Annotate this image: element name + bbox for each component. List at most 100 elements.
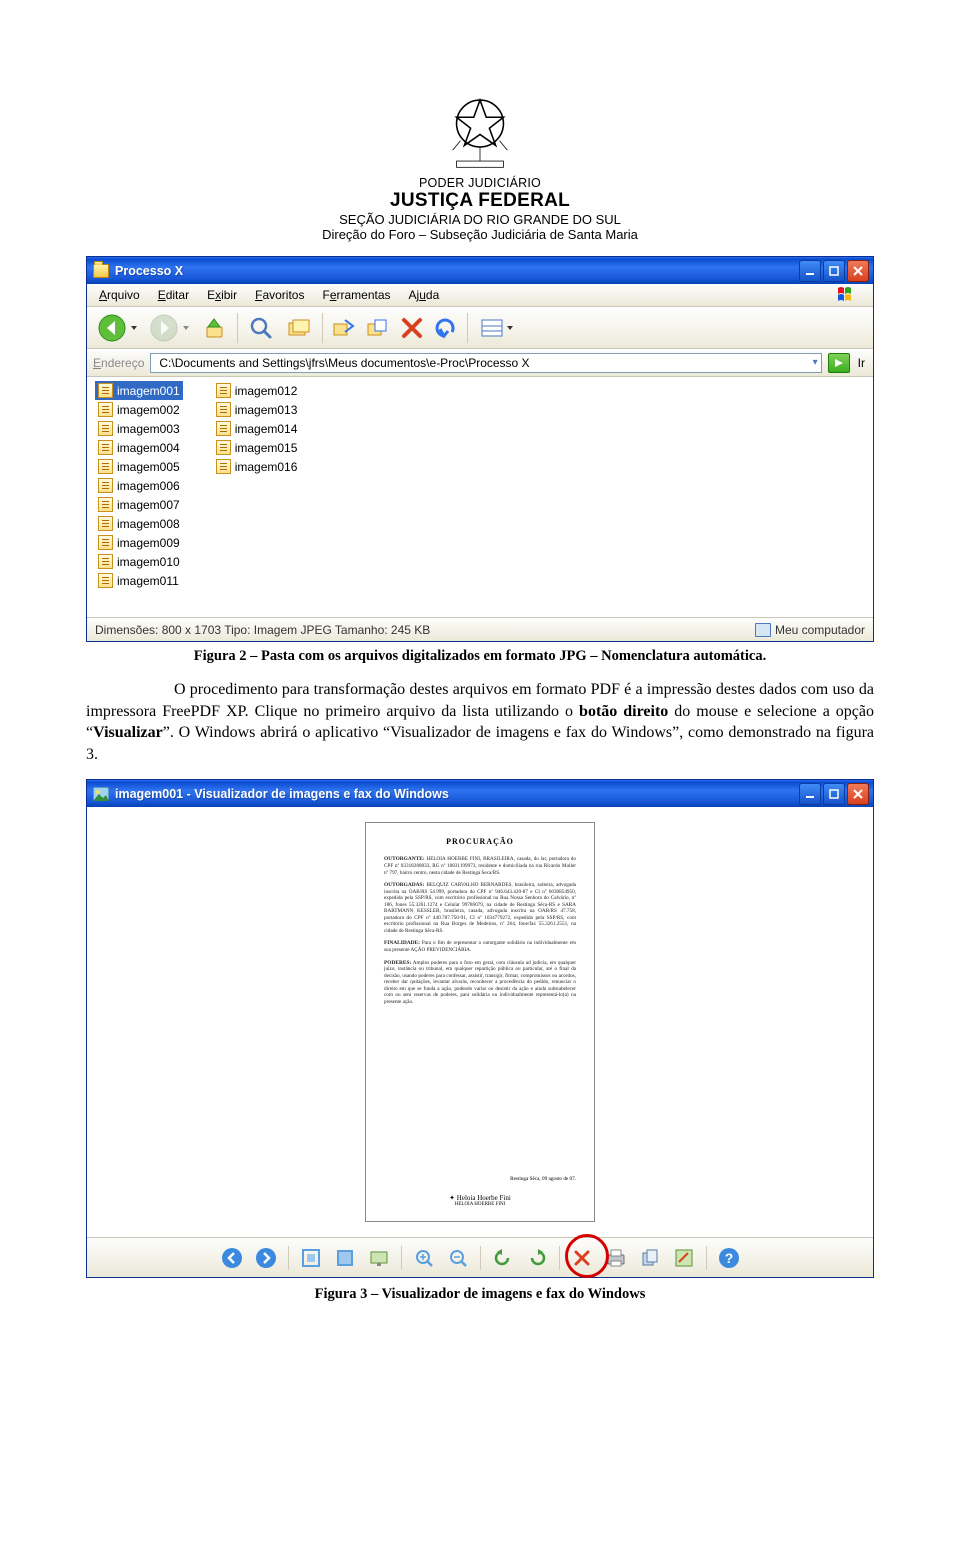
file-name-label: imagem013 xyxy=(235,403,298,417)
file-name-label: imagem014 xyxy=(235,422,298,436)
file-item[interactable]: imagem002 xyxy=(95,400,183,419)
prev-image-button[interactable] xyxy=(220,1246,244,1270)
move-to-button[interactable] xyxy=(329,311,359,345)
explorer-window: Processo X Arquivo Editar Exibir Favorit… xyxy=(86,256,874,642)
file-item[interactable]: imagem011 xyxy=(95,571,183,590)
image-file-icon xyxy=(216,421,231,436)
next-image-button[interactable] xyxy=(254,1246,278,1270)
zoom-out-button[interactable] xyxy=(446,1246,470,1270)
rotate-ccw-button[interactable] xyxy=(491,1246,515,1270)
close-button[interactable] xyxy=(847,260,869,282)
toolbar xyxy=(87,307,873,349)
doc-poderes: PODERES: Amplos poderes para o foro em g… xyxy=(384,960,576,1006)
zoom-in-button[interactable] xyxy=(412,1246,436,1270)
folder-icon xyxy=(93,264,109,278)
minimize-button[interactable] xyxy=(799,783,821,805)
slideshow-button[interactable] xyxy=(367,1246,391,1270)
file-list-pane[interactable]: imagem001imagem002 imagem003 imagem004 imag… xyxy=(87,377,873,617)
image-file-icon xyxy=(216,383,231,398)
undo-button[interactable] xyxy=(431,311,461,345)
maximize-button[interactable] xyxy=(823,260,845,282)
file-name-label: imagem007 xyxy=(117,498,180,512)
explorer-titlebar[interactable]: Processo X xyxy=(87,257,873,284)
address-input[interactable]: C:\Documents and Settings\jfrs\Meus docu… xyxy=(150,353,821,373)
go-button[interactable] xyxy=(828,353,850,373)
figure-3-caption: Figura 3 – Visualizador de imagens e fax… xyxy=(86,1286,874,1303)
header-line-3: SEÇÃO JUDICIÁRIA DO RIO GRANDE DO SUL xyxy=(86,212,874,227)
image-file-icon xyxy=(98,421,113,436)
file-name-label: imagem003 xyxy=(117,422,180,436)
views-button[interactable] xyxy=(474,311,518,345)
window-title: Processo X xyxy=(115,264,799,278)
file-name-label: imagem004 xyxy=(117,441,180,455)
file-item[interactable]: imagem009 xyxy=(95,533,183,552)
file-item[interactable]: imagem012 xyxy=(213,381,301,400)
document-preview: PROCURAÇÃO OUTORGANTE: HELOIA HOERBE FIN… xyxy=(365,822,595,1222)
viewer-toolbar: ? xyxy=(87,1237,873,1277)
file-item[interactable]: imagem015 xyxy=(213,438,301,457)
best-fit-button[interactable] xyxy=(299,1246,323,1270)
edit-button[interactable] xyxy=(672,1246,696,1270)
file-item[interactable]: imagem004 xyxy=(95,438,183,457)
header-line-4: Direção do Foro – Subseção Judiciária de… xyxy=(86,227,874,242)
address-bar: Endereço C:\Documents and Settings\jfrs\… xyxy=(87,349,873,377)
viewer-title: imagem001 - Visualizador de imagens e fa… xyxy=(115,787,799,801)
copy-button[interactable] xyxy=(638,1246,662,1270)
image-file-icon xyxy=(98,440,113,455)
doc-outorgante: OUTORGANTE: HELOIA HOERBE FINI, BRASILEI… xyxy=(384,856,576,876)
viewer-titlebar[interactable]: imagem001 - Visualizador de imagens e fa… xyxy=(87,780,873,807)
status-bar: Dimensões: 800 x 1703 Tipo: Imagem JPEG … xyxy=(87,617,873,641)
file-item[interactable]: imagem014 xyxy=(213,419,301,438)
windows-flag-icon xyxy=(837,286,865,304)
file-name-label: imagem008 xyxy=(117,517,180,531)
up-button[interactable] xyxy=(197,311,231,345)
header-line-1: PODER JUDICIÁRIO xyxy=(86,176,874,190)
file-name-label: imagem015 xyxy=(235,441,298,455)
actual-size-button[interactable] xyxy=(333,1246,357,1270)
menu-favoritos[interactable]: Favoritos xyxy=(247,285,312,305)
file-item[interactable]: imagem006 xyxy=(95,476,183,495)
minimize-button[interactable] xyxy=(799,260,821,282)
file-name-label: imagem012 xyxy=(235,384,298,398)
forward-button[interactable] xyxy=(145,311,193,345)
highlight-circle-icon xyxy=(565,1234,609,1278)
help-button[interactable]: ? xyxy=(717,1246,741,1270)
menu-arquivo[interactable]: Arquivo xyxy=(91,285,148,305)
file-item[interactable]: imagem001 xyxy=(95,381,183,400)
folders-button[interactable] xyxy=(282,311,316,345)
dropdown-icon[interactable]: ▾ xyxy=(813,357,818,368)
doc-outorgadas: OUTORGADAS: BELQUIZ CARVALHO BERNARDES, … xyxy=(384,882,576,934)
image-file-icon xyxy=(98,402,113,417)
picture-icon xyxy=(93,787,109,801)
back-button[interactable] xyxy=(93,311,141,345)
image-file-icon xyxy=(98,535,113,550)
image-file-icon xyxy=(98,497,113,512)
copy-to-button[interactable] xyxy=(363,311,393,345)
rotate-cw-button[interactable] xyxy=(525,1246,549,1270)
status-left: Dimensões: 800 x 1703 Tipo: Imagem JPEG … xyxy=(95,623,430,637)
close-button[interactable] xyxy=(847,783,869,805)
file-item[interactable]: imagem008 xyxy=(95,514,183,533)
file-item[interactable]: imagem003 xyxy=(95,419,183,438)
file-item[interactable]: imagem010 xyxy=(95,552,183,571)
file-name-label: imagem016 xyxy=(235,460,298,474)
menu-ajuda[interactable]: Ajuda xyxy=(401,285,448,305)
file-item[interactable]: imagem013 xyxy=(213,400,301,419)
image-file-icon xyxy=(98,383,113,398)
my-computer-icon xyxy=(755,623,771,637)
image-file-icon xyxy=(98,573,113,588)
menu-exibir[interactable]: Exibir xyxy=(199,285,245,305)
file-item[interactable]: imagem007 xyxy=(95,495,183,514)
delete-button[interactable] xyxy=(397,311,427,345)
file-name-label: imagem009 xyxy=(117,536,180,550)
file-item[interactable]: imagem016 xyxy=(213,457,301,476)
menu-ferramentas[interactable]: Ferramentas xyxy=(314,285,398,305)
search-button[interactable] xyxy=(244,311,278,345)
menu-bar: Arquivo Editar Exibir Favoritos Ferramen… xyxy=(87,284,873,307)
brazil-coat-of-arms-icon xyxy=(440,86,520,172)
file-name-label: imagem010 xyxy=(117,555,180,569)
document-letterhead: PODER JUDICIÁRIO JUSTIÇA FEDERAL SEÇÃO J… xyxy=(86,86,874,242)
file-item[interactable]: imagem005 xyxy=(95,457,183,476)
maximize-button[interactable] xyxy=(823,783,845,805)
menu-editar[interactable]: Editar xyxy=(150,285,197,305)
